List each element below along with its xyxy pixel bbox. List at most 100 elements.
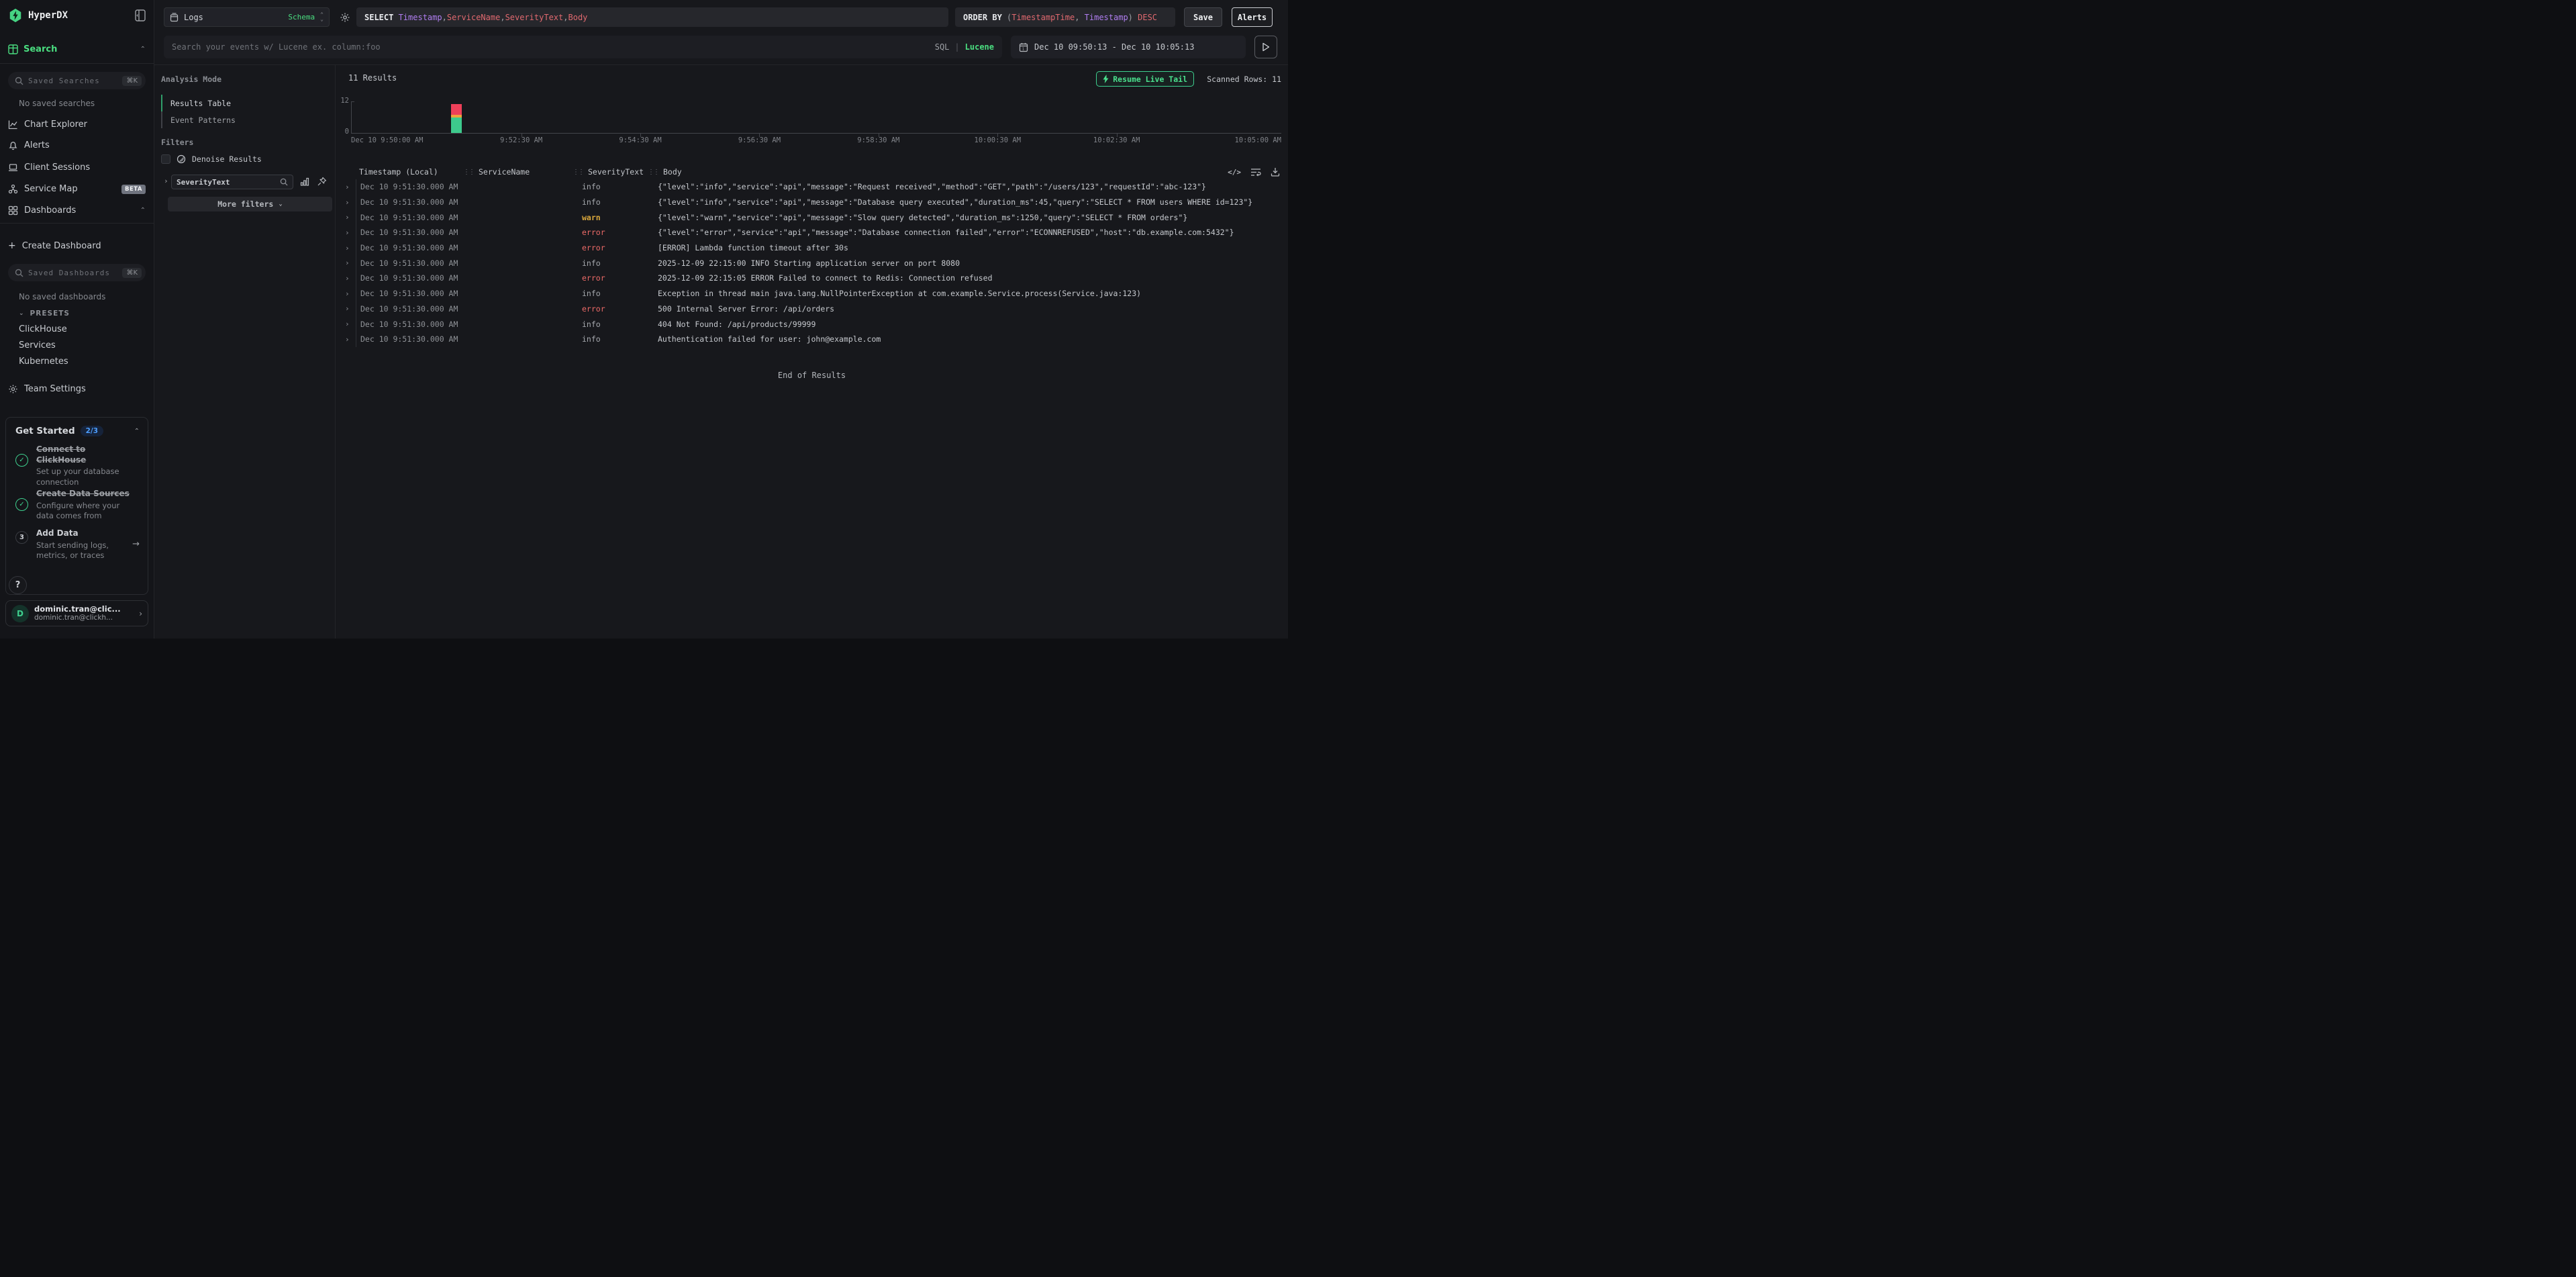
row-expand-chevron-icon[interactable]: › [341, 183, 356, 191]
laptop-icon [8, 162, 18, 173]
end-of-results: End of Results [336, 371, 1288, 380]
x-tick-label: 9:56:30 AM [738, 136, 781, 144]
chart-toggle-icon[interactable] [300, 177, 310, 187]
sidebar-item-team-settings[interactable]: Team Settings [8, 384, 146, 394]
chevron-up-icon[interactable]: ⌃ [134, 428, 140, 435]
filter-field-label: SeverityText [177, 178, 230, 187]
date-range-picker[interactable]: 1 Dec 10 09:50:13 - Dec 10 10:05:13 [1011, 36, 1246, 58]
sidebar-item-service-map[interactable]: Service Map BETA [8, 184, 146, 194]
progress-badge: 2/3 [81, 426, 103, 436]
x-tick-label: 9:52:30 AM [500, 136, 542, 144]
table-row[interactable]: ›Dec 10 9:51:30.000 AMinfoAuthentication… [341, 332, 1283, 347]
row-expand-chevron-icon[interactable]: › [341, 274, 356, 283]
saved-dashboards-placeholder: Saved Dashboards [28, 269, 117, 277]
sidebar-item-chart-explorer[interactable]: Chart Explorer [8, 120, 146, 130]
filter-panel: Analysis Mode Results Table Event Patter… [154, 65, 336, 638]
source-settings-gear-icon[interactable] [340, 12, 350, 23]
sidebar-item-label: Client Sessions [24, 162, 90, 173]
histogram-bar[interactable] [451, 104, 462, 133]
more-filters-button[interactable]: More filters ⌄ [168, 197, 332, 211]
step-title: Connect to ClickHouse [36, 444, 117, 465]
drag-handle-icon[interactable]: ⋮⋮ [648, 169, 658, 176]
sidebar-collapse-icon[interactable] [135, 9, 146, 21]
divider [0, 223, 154, 224]
severitytext-filter-input[interactable]: SeverityText [171, 175, 293, 189]
table-row[interactable]: ›Dec 10 9:51:30.000 AM infoException in t… [341, 286, 1283, 301]
chevron-up-icon[interactable]: ⌃ [140, 46, 146, 53]
denoise-results-toggle[interactable]: Denoise Results [161, 154, 262, 164]
row-expand-chevron-icon[interactable]: › [341, 244, 356, 252]
user-menu[interactable]: D dominic.tran@clic... dominic.tran@clic… [5, 600, 148, 626]
row-expand-chevron-icon[interactable]: › [341, 335, 356, 344]
tab-event-patterns[interactable]: Event Patterns [161, 111, 328, 128]
sidebar-item-alerts[interactable]: Alerts [8, 140, 146, 150]
row-expand-chevron-icon[interactable]: › [341, 289, 356, 298]
grid-icon [8, 44, 18, 54]
service-map-icon [8, 184, 18, 194]
saved-searches-input[interactable]: Saved Searches ⌘K [8, 72, 146, 89]
row-expand-chevron-icon[interactable]: › [341, 258, 356, 267]
denoise-checkbox[interactable] [161, 154, 170, 164]
get-started-step-sources[interactable]: ✓ Create Data Sources Configure where yo… [15, 489, 140, 522]
presets-label: PRESETS [30, 310, 70, 318]
resume-live-tail-button[interactable]: Resume Live Tail [1096, 71, 1194, 87]
table-row[interactable]: ›Dec 10 9:51:30.000 AMinfo404 Not Found:… [341, 316, 1283, 332]
row-expand-chevron-icon[interactable]: › [341, 320, 356, 328]
cell-severitytext: info [573, 182, 648, 191]
cell-timestamp: Dec 10 9:51:30.000 AM [356, 286, 463, 301]
results-area: 11 Results Resume Live Tail Scanned Rows… [336, 65, 1288, 638]
events-histogram[interactable] [351, 101, 1281, 133]
get-started-step-connect[interactable]: ✓ Connect to ClickHouse Set up your data… [15, 444, 140, 487]
row-expand-chevron-icon[interactable]: › [341, 304, 356, 313]
table-row[interactable]: ›Dec 10 9:51:30.000 AMinfo2025-12-09 22:… [341, 255, 1283, 271]
help-button[interactable]: ? [9, 576, 27, 594]
table-row[interactable]: ›Dec 10 9:51:30.000 AMerror2025-12-09 22… [341, 271, 1283, 286]
cell-severitytext: info [573, 289, 648, 298]
drag-handle-icon[interactable]: ⋮⋮ [463, 169, 474, 176]
column-servicename[interactable]: ⋮⋮ServiceName [463, 167, 573, 177]
create-dashboard-button[interactable]: + Create Dashboard [8, 240, 146, 251]
presets-section[interactable]: ⌄ PRESETS [19, 310, 70, 318]
row-expand-chevron-icon[interactable]: › [341, 213, 356, 222]
preset-clickhouse[interactable]: ClickHouse [19, 324, 67, 334]
event-search-input[interactable]: Search your events w/ Lucene ex. column:… [164, 36, 1002, 58]
preset-services[interactable]: Services [19, 340, 56, 350]
brand-logo[interactable]: HyperDX [8, 8, 68, 23]
table-row[interactable]: ›Dec 10 9:51:30.000 AMinfo{"level":"info… [341, 179, 1283, 195]
language-toggle-lucene[interactable]: Lucene [965, 42, 994, 52]
save-button[interactable]: Save [1184, 7, 1222, 27]
column-body[interactable]: ⋮⋮Body [648, 167, 1283, 177]
table-row[interactable]: ›Dec 10 9:51:30.000 AMwarn{"level":"warn… [341, 209, 1283, 225]
pin-icon[interactable] [317, 177, 327, 187]
sidebar-item-label: Chart Explorer [24, 120, 87, 130]
sidebar-item-dashboards[interactable]: Dashboards ⌃ [8, 205, 146, 216]
get-started-step-add-data[interactable]: 3 Add Data Start sending logs, metrics, … [15, 528, 140, 561]
saved-dashboards-input[interactable]: Saved Dashboards ⌘K [8, 264, 146, 281]
wrap-lines-icon[interactable] [1250, 167, 1261, 177]
row-expand-chevron-icon[interactable]: › [341, 198, 356, 207]
get-started-header[interactable]: Get Started 2/3 ⌃ [15, 426, 140, 436]
preset-kubernetes[interactable]: Kubernetes [19, 357, 68, 367]
column-timestamp[interactable]: Timestamp (Local) [356, 167, 463, 177]
expand-chevron-icon[interactable]: › [164, 177, 168, 185]
sidebar-item-client-sessions[interactable]: Client Sessions [8, 162, 146, 173]
table-row[interactable]: ›Dec 10 9:51:30.000 AMerror{"level":"err… [341, 225, 1283, 240]
run-query-button[interactable] [1254, 36, 1277, 58]
column-severitytext[interactable]: ⋮⋮SeverityText [573, 167, 648, 177]
tab-results-table[interactable]: Results Table [161, 95, 328, 111]
cell-body: Exception in thread main java.lang.NullP… [648, 289, 1283, 298]
row-expand-chevron-icon[interactable]: › [341, 228, 356, 237]
code-view-icon[interactable]: </> [1228, 168, 1241, 177]
table-row[interactable]: ›Dec 10 9:51:30.000 AMinfo{"level":"info… [341, 195, 1283, 210]
table-row[interactable]: ›Dec 10 9:51:30.000 AMerror500 Internal … [341, 301, 1283, 317]
order-by-input[interactable]: ORDER BY (TimestampTime, Timestamp) DESC [955, 7, 1175, 27]
sidebar-item-search[interactable]: Search ⌃ [8, 44, 146, 54]
language-toggle-sql[interactable]: SQL [935, 42, 950, 52]
drag-handle-icon[interactable]: ⋮⋮ [573, 169, 583, 176]
download-icon[interactable] [1271, 167, 1280, 177]
select-query-input[interactable]: SELECT Timestamp,ServiceName,SeverityTex… [356, 7, 948, 27]
table-row[interactable]: ›Dec 10 9:51:30.000 AMerror[ERROR] Lambd… [341, 240, 1283, 256]
source-select[interactable]: Logs Schema ⌃⌄ [164, 7, 330, 27]
alerts-button[interactable]: Alerts [1232, 7, 1273, 27]
chevron-up-icon[interactable]: ⌃ [140, 207, 146, 214]
